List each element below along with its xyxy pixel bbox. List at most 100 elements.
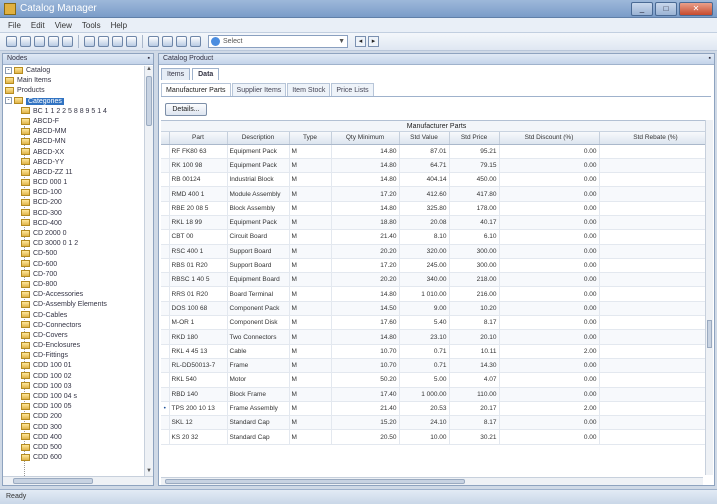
table-cell[interactable]: M (289, 172, 332, 188)
nav-back-icon[interactable]: ◂ (355, 36, 366, 47)
table-cell[interactable]: Block Assembly (227, 201, 290, 216)
table-cell[interactable]: 0.00 (499, 244, 600, 259)
column-header[interactable]: Std Price (449, 132, 500, 145)
table-row[interactable]: RBD 140 Block Frame M 17.40 1 000.00 110.00 0.… (161, 387, 712, 402)
table-cell[interactable]: Component Disk (227, 315, 290, 331)
tree-item[interactable]: ABCD-ZZ 11 (3, 168, 145, 178)
table-cell[interactable]: 0 (599, 229, 712, 245)
tree-item[interactable]: BCD-200 (3, 198, 145, 208)
table-cell[interactable]: 23.10 (399, 329, 450, 345)
table-cell[interactable]: 10.20 (449, 301, 500, 317)
table-cell[interactable]: CBT 00 (169, 229, 228, 245)
table-cell[interactable]: 14.80 (331, 286, 400, 302)
table-cell[interactable]: 450.00 (449, 172, 500, 188)
table-cell[interactable]: 30.21 (449, 429, 500, 445)
tree-item[interactable]: BCD-300 (3, 209, 145, 219)
delete-icon[interactable] (126, 36, 137, 47)
tree-item[interactable]: CDD 300 (3, 423, 145, 433)
table-cell[interactable]: 0 (599, 172, 712, 188)
refresh-icon[interactable] (190, 36, 201, 47)
table-cell[interactable]: 0 (599, 144, 712, 159)
table-cell[interactable]: 10.11 (449, 344, 500, 359)
table-cell[interactable]: 0.00 (499, 429, 600, 445)
column-header[interactable]: Type (289, 132, 332, 145)
table-cell[interactable]: 17.20 (331, 258, 400, 274)
table-cell[interactable]: RBD 140 (169, 387, 228, 402)
table-cell[interactable]: 0.00 (499, 387, 600, 402)
tree-view[interactable]: - Catalog Main Items Products - Categories BC … (3, 66, 145, 476)
table-cell[interactable]: 1 010.00 (399, 286, 450, 302)
tree-item[interactable]: CDD 100 04 s (3, 392, 145, 402)
tree-item[interactable]: Products (3, 86, 145, 96)
menu-help[interactable]: Help (111, 18, 127, 32)
tree-item[interactable]: - Categories (3, 97, 145, 107)
table-cell[interactable]: M (289, 201, 332, 216)
tree-horizontal-scrollbar[interactable] (3, 476, 153, 485)
table-cell[interactable]: Equipment Pack (227, 158, 290, 174)
table-cell[interactable]: 20.53 (399, 401, 450, 417)
table-cell[interactable]: RL-DD50013-7 (169, 358, 228, 374)
table-cell[interactable]: Board Terminal (227, 286, 290, 302)
table-cell[interactable]: 340.00 (399, 272, 450, 288)
table-row[interactable]: • TPS 200 10 13 Frame Assembly M 21.40 20.53 2… (161, 401, 712, 417)
details-button[interactable]: Details... (165, 103, 207, 116)
table-cell[interactable]: Cable (227, 344, 290, 359)
tree-item[interactable]: CD-Cables (3, 311, 145, 321)
nav-forward-icon[interactable]: ▸ (368, 36, 379, 47)
tree-expander-icon[interactable]: - (5, 97, 12, 105)
table-cell[interactable]: 0 (599, 158, 712, 174)
table-row[interactable]: CBT 00Circuit BoardM21.408.106.100.000 (161, 229, 712, 245)
tree-item[interactable]: ABCD-F (3, 117, 145, 127)
tree-item[interactable]: BCD-400 (3, 219, 145, 229)
tree-vertical-scrollbar[interactable]: ▲ ▼ (144, 66, 153, 476)
table-cell[interactable]: M (289, 344, 332, 359)
table-cell[interactable]: 0.00 (499, 172, 600, 188)
tree-item[interactable]: CD-600 (3, 260, 145, 270)
table-row[interactable]: RMD 400 1 Module Assembly M 17.20 412.60 417.… (161, 186, 712, 202)
table-cell[interactable]: 8.10 (399, 229, 450, 245)
table-cell[interactable]: 21.40 (331, 401, 400, 417)
tree-item[interactable]: CD 2000 0 (3, 229, 145, 239)
table-cell[interactable]: 79.15 (449, 158, 500, 174)
save-all-icon[interactable] (48, 36, 59, 47)
table-cell[interactable]: 14.80 (331, 329, 400, 345)
table-cell[interactable]: 0.00 (499, 286, 600, 302)
table-cell[interactable]: 218.00 (449, 272, 500, 288)
table-cell[interactable]: M (289, 315, 332, 331)
table-cell[interactable]: RMD 400 1 (169, 186, 228, 202)
cut-icon[interactable] (84, 36, 95, 47)
menu-file[interactable]: File (8, 18, 21, 32)
table-cell[interactable]: M (289, 244, 332, 259)
tree-item[interactable]: CDD 600 (3, 453, 145, 463)
table-cell[interactable]: Support Board (227, 258, 290, 274)
table-cell[interactable]: RBE 20 08 5 (169, 201, 228, 216)
table-cell[interactable]: 178.00 (449, 201, 500, 216)
subtab-2[interactable]: Item Stock (287, 83, 331, 96)
tree-item[interactable]: ABCD-MM (3, 127, 145, 137)
table-cell[interactable]: M (289, 372, 332, 388)
table-cell[interactable]: 300.00 (449, 244, 500, 259)
table-cell[interactable]: 0 (599, 301, 712, 317)
table-cell[interactable]: M (289, 329, 332, 345)
tree-item[interactable]: ABCD-YY (3, 158, 145, 168)
menu-tools[interactable]: Tools (82, 18, 101, 32)
scroll-thumb[interactable] (146, 76, 152, 126)
table-cell[interactable]: RRS 01 R20 (169, 286, 228, 302)
table-cell[interactable]: 0.00 (499, 201, 600, 216)
table-cell[interactable]: RKD 180 (169, 329, 228, 345)
scroll-up-icon[interactable]: ▲ (145, 66, 153, 74)
table-row[interactable]: RKL 540MotorM50.205.004.070.000 (161, 372, 712, 388)
table-cell[interactable]: M (289, 186, 332, 202)
table-cell[interactable]: 24.10 (399, 415, 450, 431)
table-cell[interactable]: 14.30 (449, 358, 500, 374)
table-cell[interactable]: 10.00 (399, 429, 450, 445)
table-cell[interactable]: Two Connectors (227, 329, 290, 345)
table-cell[interactable]: 0 (599, 372, 712, 388)
table-cell[interactable]: RB 00124 (169, 172, 228, 188)
menu-edit[interactable]: Edit (31, 18, 45, 32)
copy-icon[interactable] (98, 36, 109, 47)
view-selector-combo[interactable]: Select ▼ (208, 35, 348, 48)
table-row[interactable]: RF FK80 63 Equipment Pack M 14.80 87.01 95.21… (161, 144, 712, 159)
table-cell[interactable]: M (289, 429, 332, 445)
table-cell[interactable]: 1 000.00 (399, 387, 450, 402)
